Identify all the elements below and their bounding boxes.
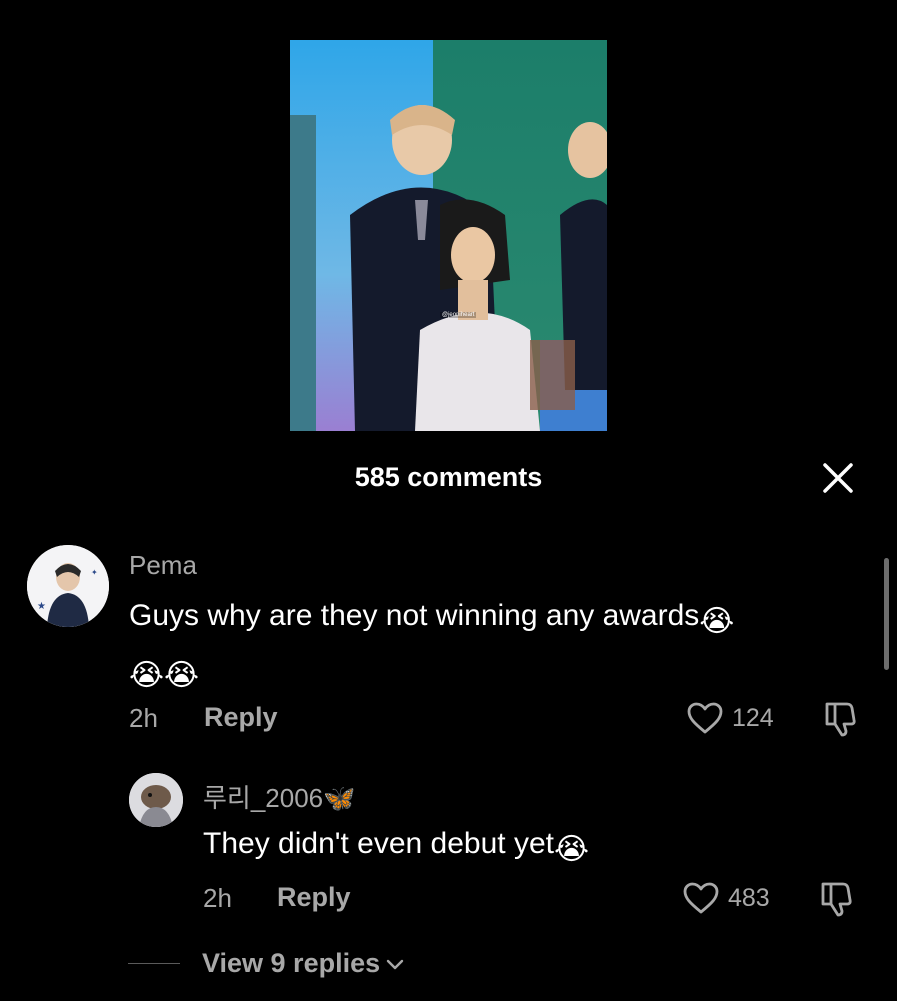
close-button[interactable]: [820, 460, 856, 496]
view-replies-label: View 9 replies: [202, 948, 381, 978]
like-button[interactable]: 124: [686, 700, 774, 736]
reply-text: They didn't even debut yet😭: [203, 820, 589, 874]
scrollbar[interactable]: [884, 558, 889, 670]
reply-body: They didn't even debut yet: [203, 827, 554, 860]
video-frame-image: [290, 40, 607, 431]
avatar-image: [129, 773, 183, 827]
close-icon: [823, 463, 853, 493]
reply-button[interactable]: Reply: [277, 882, 351, 913]
svg-text:✦: ✦: [91, 568, 98, 577]
reply-button[interactable]: Reply: [204, 702, 278, 733]
comments-count-title: 585 comments: [354, 462, 543, 492]
thumbs-down-icon: [825, 702, 856, 737]
crying-emoji: 😭: [699, 605, 735, 638]
like-count: 124: [732, 703, 774, 732]
crying-emoji: 😭😭: [129, 659, 200, 692]
dislike-button[interactable]: [818, 880, 856, 923]
heart-icon: [687, 702, 723, 734]
comment-text: Guys why are they not winning any awards…: [129, 592, 869, 700]
heart-icon: [683, 882, 719, 914]
avatar-image: ★ ✦: [27, 545, 109, 627]
view-replies-button[interactable]: View 9 replies: [128, 948, 406, 979]
thumbs-down-icon: [821, 882, 852, 917]
chevron-down-icon: [386, 959, 404, 969]
dislike-button[interactable]: [822, 700, 860, 743]
avatar[interactable]: [129, 773, 183, 827]
comment-body: Guys why are they not winning any awards: [129, 599, 700, 632]
reply-timestamp: 2h: [203, 883, 232, 913]
avatar[interactable]: ★ ✦: [27, 545, 109, 627]
comment-timestamp: 2h: [129, 703, 158, 733]
reply-username-text: 루리_2006: [203, 783, 324, 813]
svg-text:★: ★: [37, 601, 46, 612]
video-watermark: @jeoniheart: [440, 312, 477, 318]
like-button[interactable]: 483: [682, 880, 770, 916]
comment-username[interactable]: Pema: [129, 550, 197, 581]
reply-username[interactable]: 루리_2006🦋: [203, 778, 356, 815]
butterfly-emoji: 🦋: [323, 783, 356, 813]
like-count: 483: [728, 883, 770, 912]
divider: [128, 963, 180, 964]
crying-emoji: 😭: [553, 833, 590, 866]
video-thumbnail[interactable]: @jeoniheart: [290, 40, 607, 431]
